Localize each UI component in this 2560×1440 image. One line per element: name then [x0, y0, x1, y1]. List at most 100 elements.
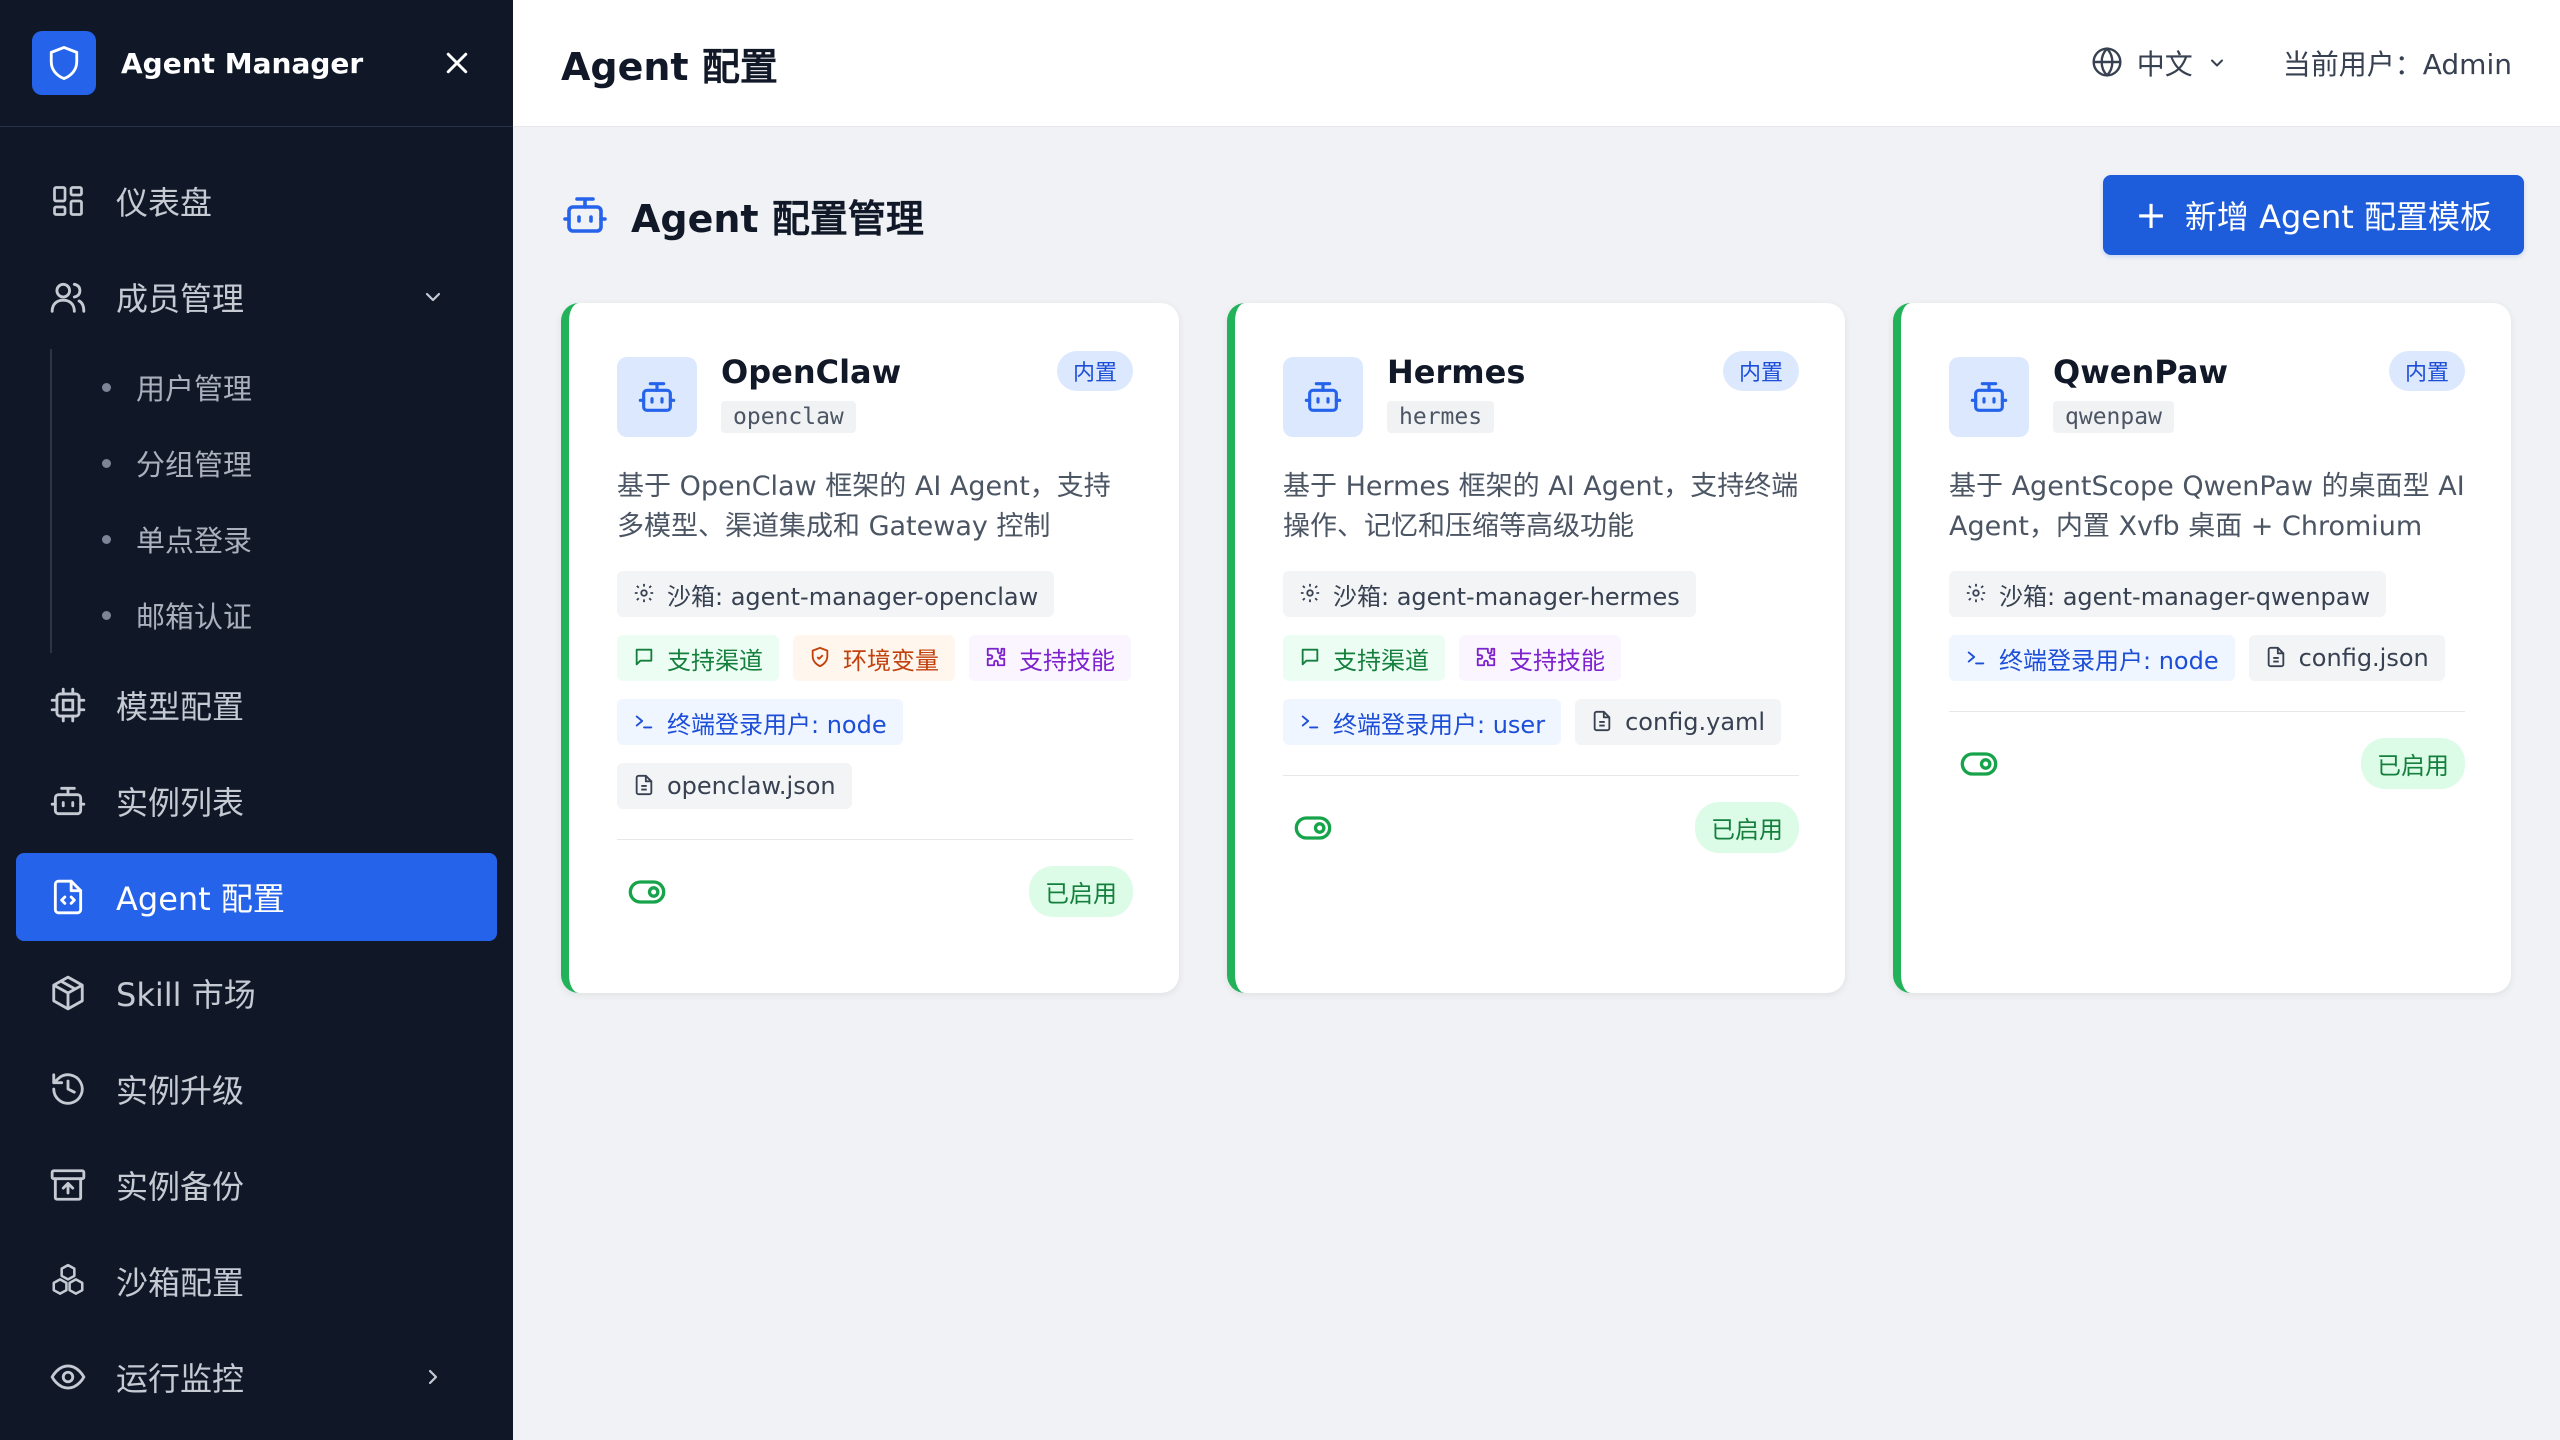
language-selector[interactable]: 中文 [2091, 43, 2227, 83]
env-vars-tag: 环境变量 [793, 635, 955, 681]
subnav-label: 邮箱认证 [136, 600, 253, 634]
subnav-label: 用户管理 [136, 372, 253, 406]
sidebar-item-label: Agent 配置 [116, 880, 285, 918]
sidebar-item-members[interactable]: 成员管理 [16, 253, 497, 341]
agent-description: 基于 OpenClaw 框架的 AI Agent，支持多模型、渠道集成和 Gat… [617, 471, 1111, 542]
chevron-down-icon [2207, 53, 2227, 73]
skills-tag-label: 支持技能 [1019, 646, 1115, 675]
sidebar-item-label: 仪表盘 [116, 184, 213, 222]
agent-card[interactable]: OpenClaw openclaw 内置 基于 OpenClaw 框架的 AI … [561, 303, 1179, 993]
skills-support-tag: 支持技能 [1459, 635, 1621, 681]
sandbox-tag-label: 沙箱: agent-manager-openclaw [667, 582, 1039, 611]
plus-icon: + [2135, 193, 2167, 237]
enable-toggle[interactable] [1291, 806, 1335, 850]
sidebar-item-agent-config[interactable]: Agent 配置 [16, 853, 497, 941]
sidebar-item-label: Skill 市场 [116, 976, 256, 1014]
bot-icon [1283, 357, 1363, 437]
page-title: Agent 配置 [561, 44, 778, 89]
brand-bar: Agent Manager [0, 0, 513, 127]
subnav-item-email-auth[interactable]: 邮箱认证 [52, 577, 513, 653]
bullet-dot [102, 458, 111, 468]
bullet-dot [102, 382, 111, 392]
file-code-icon [48, 877, 88, 917]
sidebar-item-backup[interactable]: 实例备份 [16, 1141, 497, 1229]
sidebar-item-skill-market[interactable]: Skill 市场 [16, 949, 497, 1037]
sidebar-item-sandbox[interactable]: 沙箱配置 [16, 1237, 497, 1325]
chevron-down-icon [417, 281, 449, 313]
card-divider [1283, 775, 1799, 776]
agent-card[interactable]: Hermes hermes 内置 基于 Hermes 框架的 AI Agent，… [1227, 303, 1845, 993]
agent-slug: qwenpaw [2053, 401, 2174, 433]
toggle-on-icon [1294, 815, 1332, 840]
config-tag-label: config.yaml [1625, 708, 1766, 736]
card-divider [617, 839, 1133, 840]
agent-card[interactable]: QwenPaw qwenpaw 内置 基于 AgentScope QwenPaw… [1893, 303, 2511, 993]
bot-icon [561, 191, 609, 239]
subnav-label: 分组管理 [136, 448, 253, 482]
sandbox-tag-label: 沙箱: agent-manager-hermes [1333, 582, 1680, 611]
language-label: 中文 [2136, 48, 2193, 81]
brand-title: Agent Manager [121, 46, 364, 80]
enable-toggle[interactable] [625, 870, 669, 914]
env-tag-label: 环境变量 [843, 646, 939, 675]
bot-icon [48, 781, 88, 821]
agent-description: 基于 AgentScope QwenPaw 的桌面型 AI Agent，内置 X… [1949, 471, 2465, 542]
sidebar: Agent Manager 仪表盘 成员管理 用户管理 分组管理 单点登录 邮箱… [0, 0, 513, 1440]
terminal-tag-label: 终端登录用户: node [1999, 646, 2219, 675]
bot-icon [1949, 357, 2029, 437]
subnav-item-users[interactable]: 用户管理 [52, 349, 513, 425]
subnav-item-sso[interactable]: 单点登录 [52, 501, 513, 577]
gear-icon [1299, 582, 1323, 606]
add-agent-template-button[interactable]: + 新增 Agent 配置模板 [2103, 175, 2524, 255]
close-sidebar-button[interactable] [433, 39, 481, 87]
boxes-icon [48, 1261, 88, 1301]
add-button-label: 新增 Agent 配置模板 [2184, 198, 2492, 236]
sidebar-item-monitoring[interactable]: 运行监控 [16, 1333, 497, 1421]
package-icon [48, 973, 88, 1013]
subnav-item-groups[interactable]: 分组管理 [52, 425, 513, 501]
sidebar-item-models[interactable]: 模型配置 [16, 661, 497, 749]
terminal-icon [633, 710, 657, 734]
sidebar-item-label: 实例备份 [116, 1168, 245, 1206]
channel-tag-label: 支持渠道 [667, 646, 763, 675]
enable-toggle[interactable] [1957, 742, 2001, 786]
card-header: Hermes hermes [1283, 353, 1799, 437]
agent-tags: 沙箱: agent-manager-qwenpaw 终端登录用户: node c… [1949, 571, 2465, 681]
dashboard-icon [48, 181, 88, 221]
cpu-icon [48, 685, 88, 725]
sidebar-item-instances[interactable]: 实例列表 [16, 757, 497, 845]
sidebar-item-upgrade[interactable]: 实例升级 [16, 1045, 497, 1133]
file-icon [1591, 710, 1615, 734]
agent-slug: openclaw [721, 401, 856, 433]
channel-support-tag: 支持渠道 [1283, 635, 1445, 681]
terminal-tag-label: 终端登录用户: node [667, 710, 887, 739]
channel-support-tag: 支持渠道 [617, 635, 779, 681]
sandbox-tag-label: 沙箱: agent-manager-qwenpaw [1999, 582, 2371, 611]
sidebar-item-dashboard[interactable]: 仪表盘 [16, 157, 497, 245]
channel-tag-label: 支持渠道 [1333, 646, 1429, 675]
section-header: Agent 配置管理 + 新增 Agent 配置模板 [561, 175, 2524, 255]
sidebar-item-label: 运行监控 [116, 1360, 245, 1398]
toggle-on-icon [628, 879, 666, 904]
card-header: QwenPaw qwenpaw [1949, 353, 2465, 437]
card-footer: 已启用 [617, 866, 1133, 917]
puzzle-icon [985, 646, 1009, 670]
file-icon [633, 774, 657, 798]
sandbox-tag: 沙箱: agent-manager-hermes [1283, 571, 1696, 617]
status-badge: 已启用 [1695, 802, 1799, 853]
subnav-label: 单点登录 [136, 524, 253, 558]
section-title: Agent 配置管理 [631, 196, 924, 241]
shield-logo-icon [32, 31, 96, 95]
status-badge: 已启用 [2361, 738, 2465, 789]
builtin-badge: 内置 [1722, 351, 1799, 391]
terminal-tag-label: 终端登录用户: user [1333, 710, 1546, 739]
sandbox-tag: 沙箱: agent-manager-openclaw [617, 571, 1055, 617]
terminal-user-tag: 终端登录用户: node [1949, 635, 2235, 681]
config-file-tag: openclaw.json [617, 763, 852, 809]
sidebar-item-label: 实例列表 [116, 784, 245, 822]
sidebar-item-label: 实例升级 [116, 1072, 245, 1110]
agent-tags: 沙箱: agent-manager-openclaw 支持渠道 环境变量 支持技… [617, 571, 1133, 809]
puzzle-icon [1475, 646, 1499, 670]
file-icon [2265, 646, 2289, 670]
message-square-icon [1299, 646, 1323, 670]
